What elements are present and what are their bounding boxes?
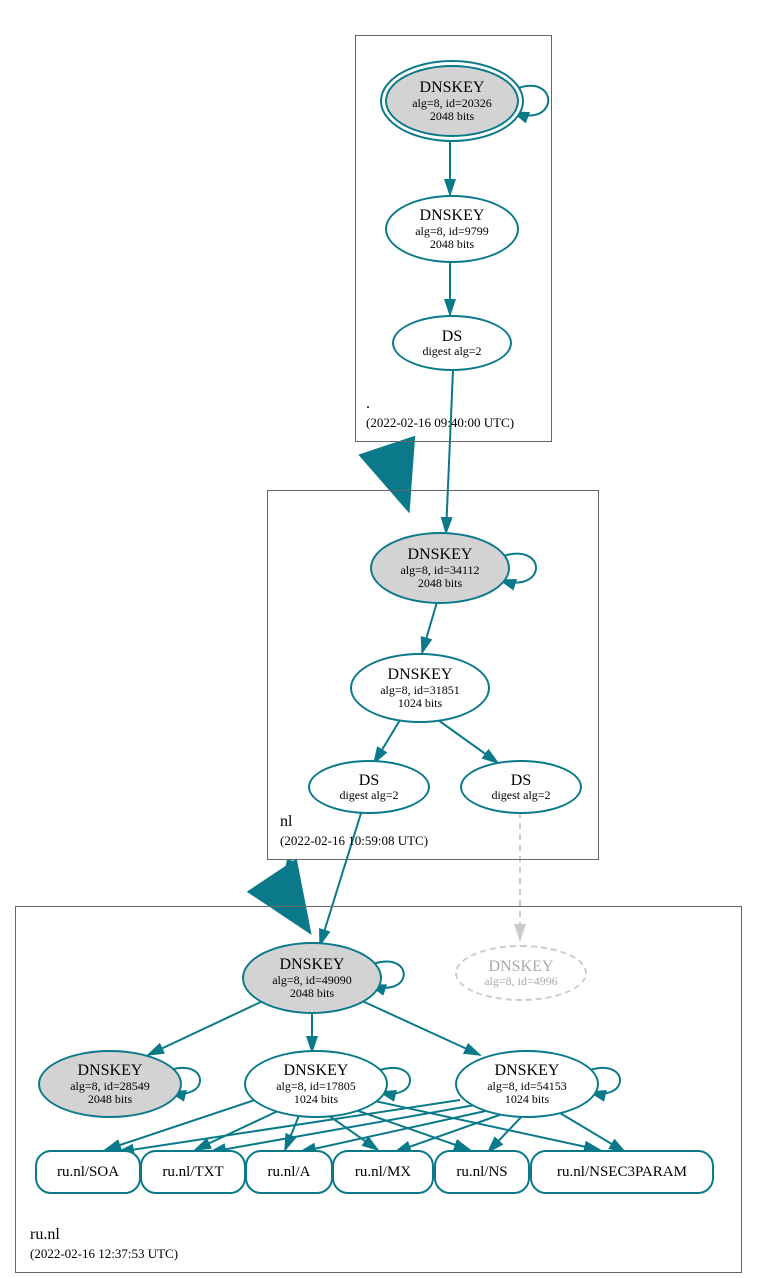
node-title: DS xyxy=(442,328,462,346)
node-title: DNSKEY xyxy=(408,546,473,564)
zone-label-runl: ru.nl xyxy=(30,1226,60,1244)
record-ns: ru.nl/NS xyxy=(434,1150,530,1194)
node-sub: 1024 bits xyxy=(294,1093,338,1106)
node-sub: digest alg=2 xyxy=(491,789,550,802)
zone-timestamp-runl: (2022-02-16 12:37:53 UTC) xyxy=(30,1246,178,1262)
node-sub: 2048 bits xyxy=(430,238,474,251)
node-sub: 1024 bits xyxy=(505,1093,549,1106)
node-sub: 2048 bits xyxy=(290,987,334,1000)
record-label: ru.nl/SOA xyxy=(57,1164,119,1181)
node-root-ds: DS digest alg=2 xyxy=(392,315,512,371)
node-nl-ds1: DS digest alg=2 xyxy=(308,760,430,814)
node-title: DNSKEY xyxy=(388,666,453,684)
node-title: DNSKEY xyxy=(489,958,554,976)
node-sub: 2048 bits xyxy=(430,110,474,123)
node-title: DNSKEY xyxy=(284,1062,349,1080)
node-sub: 2048 bits xyxy=(88,1093,132,1106)
node-sub: alg=8, id=20326 xyxy=(412,97,492,110)
node-sub: digest alg=2 xyxy=(422,345,481,358)
node-sub: alg=8, id=4996 xyxy=(484,975,558,988)
node-sub: digest alg=2 xyxy=(339,789,398,802)
record-label: ru.nl/TXT xyxy=(162,1164,223,1181)
node-runl-dnskey4: DNSKEY alg=8, id=54153 1024 bits xyxy=(455,1050,599,1118)
node-sub: alg=8, id=34112 xyxy=(400,564,479,577)
node-sub: alg=8, id=31851 xyxy=(380,684,460,697)
record-txt: ru.nl/TXT xyxy=(140,1150,246,1194)
zone-timestamp-root: (2022-02-16 09:40:00 UTC) xyxy=(366,415,514,431)
node-title: DNSKEY xyxy=(78,1062,143,1080)
node-nl-ds2: DS digest alg=2 xyxy=(460,760,582,814)
node-nl-dnskey-ksk: DNSKEY alg=8, id=34112 2048 bits xyxy=(370,532,510,604)
node-title: DNSKEY xyxy=(280,956,345,974)
node-sub: alg=8, id=49090 xyxy=(272,974,352,987)
node-sub: 2048 bits xyxy=(418,577,462,590)
node-sub: alg=8, id=54153 xyxy=(487,1080,567,1093)
record-soa: ru.nl/SOA xyxy=(35,1150,141,1194)
record-label: ru.nl/NS xyxy=(456,1164,507,1181)
node-sub: alg=8, id=17805 xyxy=(276,1080,356,1093)
node-title: DNSKEY xyxy=(420,207,485,225)
node-title: DNSKEY xyxy=(495,1062,560,1080)
node-nl-dnskey-zsk: DNSKEY alg=8, id=31851 1024 bits xyxy=(350,653,490,723)
node-runl-dnskey-dashed: DNSKEY alg=8, id=4996 xyxy=(455,945,587,1001)
node-root-dnskey-zsk: DNSKEY alg=8, id=9799 2048 bits xyxy=(385,195,519,263)
node-title: DS xyxy=(359,772,379,790)
node-runl-dnskey3: DNSKEY alg=8, id=17805 1024 bits xyxy=(244,1050,388,1118)
record-label: ru.nl/A xyxy=(268,1164,311,1181)
node-runl-dnskey2: DNSKEY alg=8, id=28549 2048 bits xyxy=(38,1050,182,1118)
node-root-dnskey-ksk: DNSKEY alg=8, id=20326 2048 bits xyxy=(385,65,519,137)
record-label: ru.nl/NSEC3PARAM xyxy=(557,1164,687,1181)
node-sub: alg=8, id=9799 xyxy=(415,225,489,238)
zone-label-nl: nl xyxy=(280,813,292,831)
node-runl-dnskey-ksk: DNSKEY alg=8, id=49090 2048 bits xyxy=(242,942,382,1014)
node-title: DNSKEY xyxy=(420,79,485,97)
node-title: DS xyxy=(511,772,531,790)
zone-label-root: . xyxy=(366,395,370,413)
node-sub: alg=8, id=28549 xyxy=(70,1080,150,1093)
record-a: ru.nl/A xyxy=(245,1150,333,1194)
record-mx: ru.nl/MX xyxy=(332,1150,434,1194)
zone-timestamp-nl: (2022-02-16 10:59:08 UTC) xyxy=(280,833,428,849)
record-label: ru.nl/MX xyxy=(355,1164,411,1181)
record-nsec3param: ru.nl/NSEC3PARAM xyxy=(530,1150,714,1194)
node-sub: 1024 bits xyxy=(398,697,442,710)
